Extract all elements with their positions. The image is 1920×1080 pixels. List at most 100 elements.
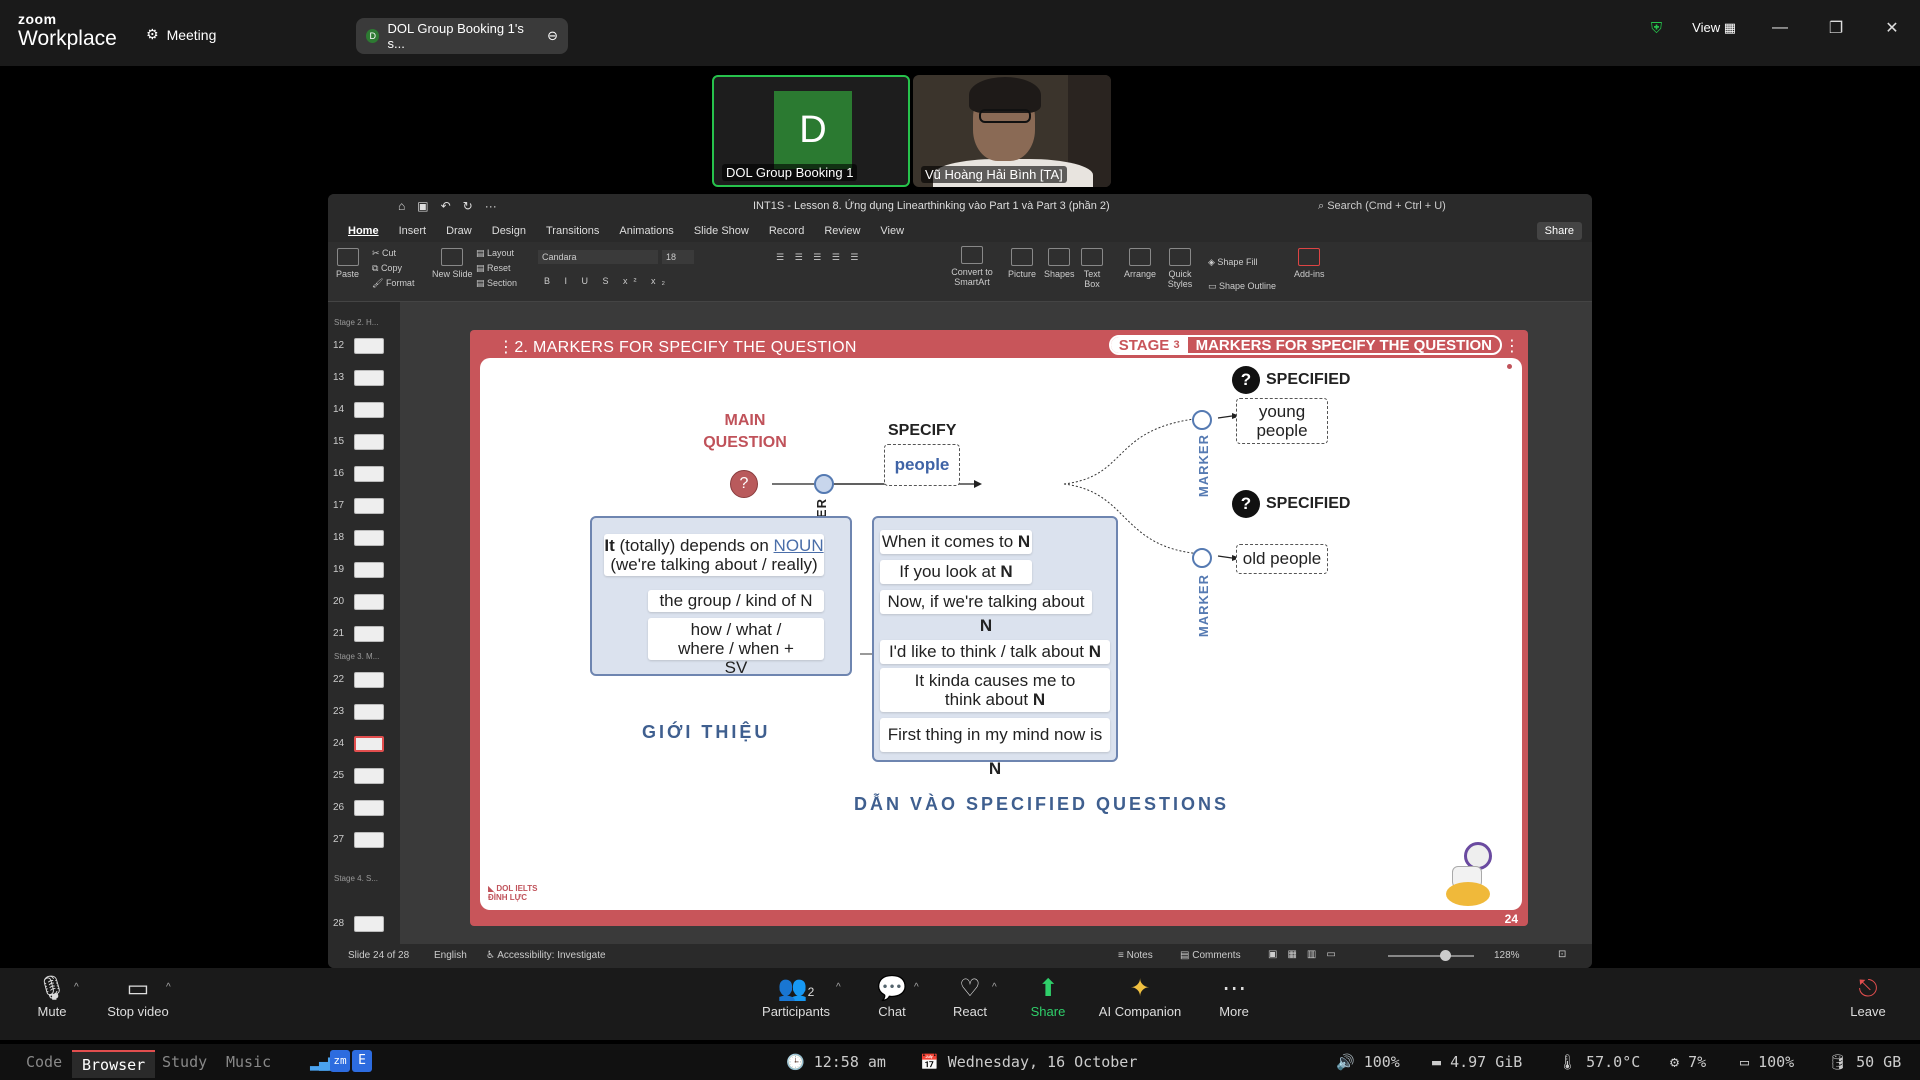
ai-companion-button[interactable]: ✦ AI Companion (1094, 974, 1186, 1019)
caption-intro: GIỚI THIỆU (642, 722, 771, 742)
view-mode-buttons[interactable]: ▣▦▥▭ (1268, 949, 1346, 960)
cut-button[interactable]: ✂ Cut (372, 246, 414, 261)
participant-tile[interactable]: D DOL Group Booking 1 (712, 75, 910, 187)
chevron-up-icon[interactable]: ^ (836, 982, 841, 993)
shapes-button[interactable]: Shapes (1044, 248, 1075, 279)
reset-button[interactable]: ▤ Reset (476, 261, 517, 276)
slide-thumbnail[interactable]: 20 (328, 592, 400, 612)
slide-thumbnail[interactable]: 13 (328, 368, 400, 388)
chevron-up-icon[interactable]: ^ (166, 982, 171, 993)
slide-thumbnail[interactable]: 15 (328, 432, 400, 452)
slide-thumbnail[interactable]: 23 (328, 702, 400, 722)
more-options-icon[interactable]: ⊖ (547, 28, 558, 44)
font-size-select[interactable]: 18 (662, 250, 694, 264)
arrange-button[interactable]: Arrange (1124, 248, 1156, 279)
slide-thumbnail[interactable]: 25 (328, 766, 400, 786)
slide-thumbnail[interactable]: 14 (328, 400, 400, 420)
tab-record[interactable]: Record (759, 225, 814, 237)
chevron-up-icon[interactable]: ^ (74, 982, 79, 993)
addins-button[interactable]: Add-ins (1294, 248, 1325, 279)
chevron-up-icon[interactable]: ^ (914, 982, 919, 993)
copy-button[interactable]: ⧉ Copy (372, 261, 414, 276)
tab-home[interactable]: Home (338, 225, 389, 237)
textbox-button[interactable]: Text Box (1078, 248, 1106, 289)
meeting-menu[interactable]: ⚙ Meeting (146, 26, 216, 43)
tab-animations[interactable]: Animations (609, 225, 683, 237)
slide-thumbnail[interactable]: 28 (328, 914, 400, 934)
more-button[interactable]: ⋯ More (1214, 974, 1254, 1019)
fit-slide-icon[interactable]: ⊡ (1558, 949, 1566, 960)
participants-button[interactable]: 👥2 Participants (760, 974, 832, 1019)
react-button[interactable]: ♡ React (950, 974, 990, 1019)
tab-draw[interactable]: Draw (436, 225, 482, 237)
layout-button[interactable]: ▤ Layout (476, 246, 517, 261)
section-label[interactable]: Stage 3. M... (334, 652, 379, 661)
mute-button[interactable]: 🎙 Mute (32, 974, 72, 1019)
section-label[interactable]: Stage 2. H... (334, 318, 378, 327)
language-indicator[interactable]: English (434, 950, 467, 961)
close-icon[interactable]: ✕ (1864, 18, 1920, 38)
home-icon[interactable]: ⌂ (398, 199, 405, 213)
section-button[interactable]: ▤ Section (476, 276, 517, 291)
tab-transitions[interactable]: Transitions (536, 225, 609, 237)
tab-design[interactable]: Design (482, 225, 536, 237)
workspace-music[interactable]: Music (226, 1053, 271, 1071)
picture-button[interactable]: Picture (1008, 248, 1036, 279)
paragraph-buttons[interactable]: ☰ ☰ ☰ ☰ ☰ (776, 252, 862, 263)
quick-styles-button[interactable]: Quick Styles (1164, 248, 1196, 289)
workspace-study[interactable]: Study (162, 1053, 207, 1071)
shape-fill-button[interactable]: ◈ Shape Fill (1208, 250, 1276, 274)
tab-insert[interactable]: Insert (389, 225, 437, 237)
chat-button[interactable]: 💬 Chat (872, 974, 912, 1019)
more-icon[interactable]: ··· (485, 199, 497, 213)
participant-tile[interactable]: Vũ Hoàng Hải Bình [TA] (913, 75, 1111, 187)
thumbnail-image (354, 736, 384, 752)
zoom-slider[interactable] (1388, 955, 1474, 957)
font-format-buttons[interactable]: B I U S x² x₂ (544, 276, 671, 286)
paste-button[interactable]: Paste (336, 248, 359, 279)
tab-review[interactable]: Review (814, 225, 870, 237)
slide-thumbnail[interactable]: 26 (328, 798, 400, 818)
workspace-browser[interactable]: Browser (72, 1050, 156, 1078)
slide-thumbnail[interactable]: 12 (328, 336, 400, 356)
volume[interactable]: 🔊 100% (1336, 1053, 1400, 1071)
zoom-tray-icon[interactable]: zm (330, 1050, 350, 1072)
slide-thumbnail-selected[interactable]: 24 (328, 734, 400, 754)
convert-smartart-button[interactable]: Convert to SmartArt (948, 246, 996, 287)
share-screen-button[interactable]: ⬆ Share (1028, 974, 1068, 1019)
leave-button[interactable]: ⎋ Leave (1848, 974, 1888, 1019)
tab-view[interactable]: View (870, 225, 914, 237)
format-button[interactable]: 🖌 Format (372, 276, 414, 291)
workspace-code[interactable]: Code (26, 1053, 62, 1071)
section-label[interactable]: Stage 4. S... (334, 874, 378, 883)
zoom-slider-handle[interactable] (1440, 950, 1451, 961)
chevron-up-icon[interactable]: ^ (992, 982, 997, 993)
slide-thumbnail[interactable]: 19 (328, 560, 400, 580)
stop-video-button[interactable]: ▭ Stop video (104, 974, 172, 1019)
new-slide-button[interactable]: New Slide (432, 248, 473, 279)
undo-icon[interactable]: ↶ (441, 199, 451, 213)
minimize-icon[interactable]: — (1752, 19, 1808, 37)
tab-slide-show[interactable]: Slide Show (684, 225, 759, 237)
slide-thumbnail[interactable]: 21 (328, 624, 400, 644)
share-button[interactable]: Share (1536, 222, 1582, 240)
redo-icon[interactable]: ↻ (463, 199, 473, 213)
slide-thumbnail[interactable]: 22 (328, 670, 400, 690)
slide-thumbnail[interactable]: 18 (328, 528, 400, 548)
restore-icon[interactable]: ❐ (1808, 18, 1864, 38)
accessibility-button[interactable]: ♿ Accessibility: Investigate (486, 950, 606, 961)
font-name-select[interactable]: Candara (538, 250, 658, 264)
search-input[interactable]: ⌕ Search (Cmd + Ctrl + U) (1318, 200, 1446, 213)
app-tray-icon[interactable]: E (352, 1050, 372, 1072)
slide-thumbnail[interactable]: 27 (328, 830, 400, 850)
view-button[interactable]: View ▦ (1692, 20, 1736, 36)
meeting-tab[interactable]: D DOL Group Booking 1's s... ⊖ (356, 18, 568, 54)
shield-icon[interactable]: ⛨ (1651, 20, 1662, 37)
zoom-level[interactable]: 128% (1494, 950, 1520, 961)
shape-outline-button[interactable]: ▭ Shape Outline (1208, 274, 1276, 298)
slide-thumbnail[interactable]: 17 (328, 496, 400, 516)
slide-thumbnail[interactable]: 16 (328, 464, 400, 484)
save-icon[interactable]: ▣ (417, 199, 428, 213)
notes-button[interactable]: ≡ Notes (1118, 950, 1153, 961)
comments-button[interactable]: ▤ Comments (1180, 950, 1241, 961)
